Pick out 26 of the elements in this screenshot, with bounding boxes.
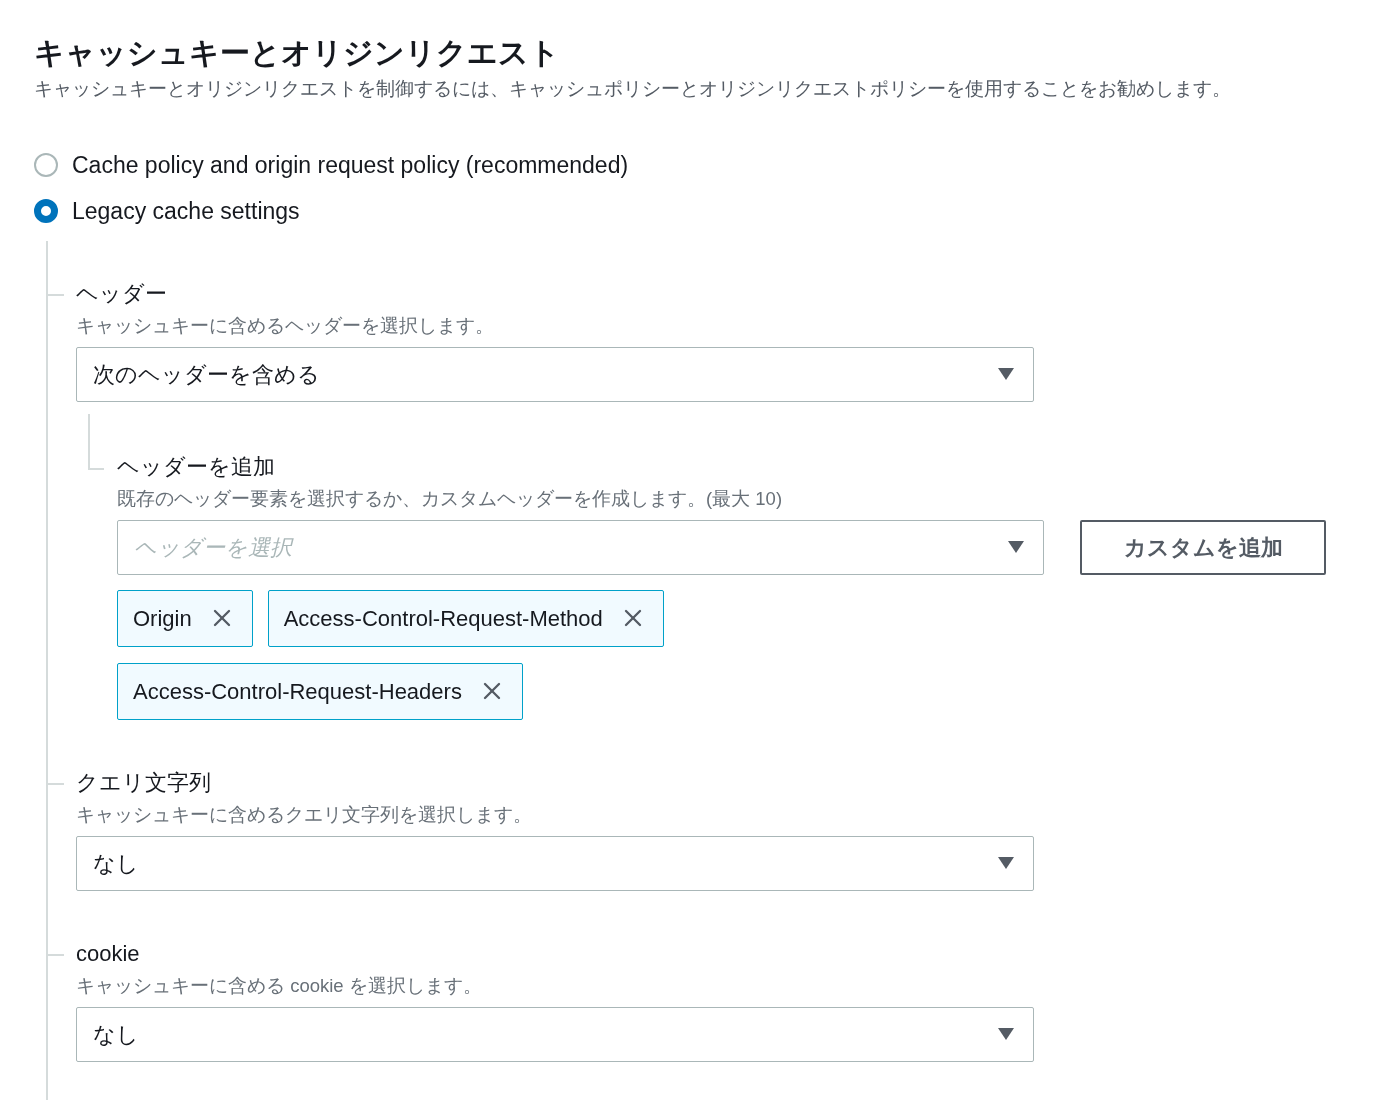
field-label: ヘッダーを追加	[117, 452, 276, 481]
tag-label: Origin	[133, 604, 192, 633]
caret-icon	[997, 1027, 1015, 1042]
radio-label: Legacy cache settings	[72, 196, 300, 225]
field-label: cookie	[76, 939, 141, 968]
caret-icon	[1007, 540, 1025, 555]
dropdown-select[interactable]: なし	[76, 835, 1034, 891]
field-description: キャッシュキーに含めるヘッダーを選択します。	[76, 313, 495, 338]
dropdown-select[interactable]: なし	[76, 1006, 1034, 1062]
caret-icon	[997, 856, 1015, 871]
section-description: キャッシュキーとオリジンリクエストを制御するには、キャッシュポリシーとオリジンリクエストポリシーを使用することをお勧めします。	[34, 77, 1232, 101]
caret-icon	[997, 367, 1015, 382]
field-description: キャッシュキーに含める cookie を選択します。	[76, 973, 483, 998]
dropdown-select[interactable]: 次のヘッダーを含める	[76, 346, 1034, 402]
radio-label: Cache policy and origin request policy (recommended)	[72, 150, 629, 179]
tag-label: Access-Control-Request-Headers	[133, 677, 462, 706]
radio-button[interactable]	[34, 198, 58, 223]
section-title: キャッシュキーとオリジンリクエスト	[34, 35, 561, 71]
field-description: キャッシュキーに含めるクエリ文字列を選択します。	[76, 802, 533, 827]
add-custom-button[interactable]: カスタムを追加	[1080, 519, 1326, 575]
field-label: クエリ文字列	[76, 768, 212, 797]
field-description: 既存のヘッダー要素を選択するか、カスタムヘッダーを作成します。(最大 10)	[117, 486, 784, 511]
radio-button[interactable]	[34, 152, 58, 177]
field-label: ヘッダー	[76, 279, 168, 308]
tag-label: Access-Control-Request-Method	[283, 604, 603, 633]
tree-connector	[88, 413, 104, 470]
